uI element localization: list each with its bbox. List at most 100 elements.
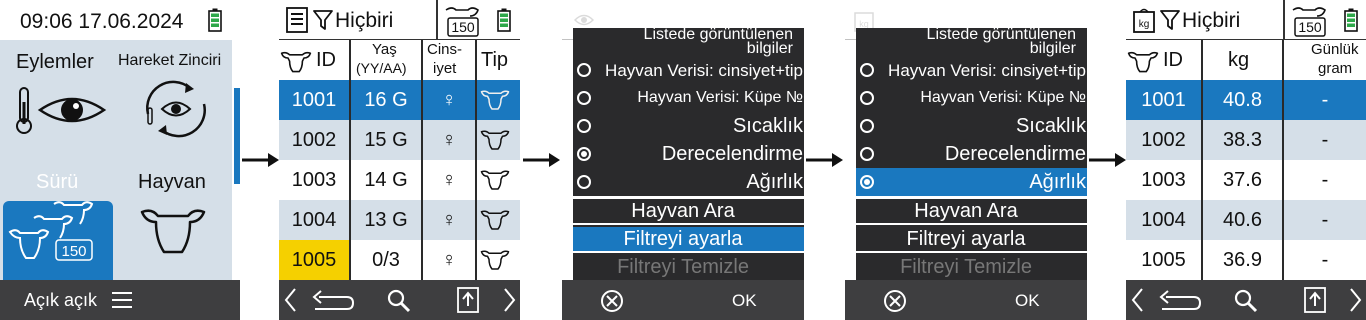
- chevron-left-icon[interactable]: [283, 287, 297, 313]
- cell-daily: -: [1321, 208, 1329, 231]
- back-icon[interactable]: [1158, 289, 1202, 313]
- cell-id: 1005: [279, 240, 349, 280]
- menu-action-label: Filtreyi Temizle: [617, 256, 749, 278]
- radio-button[interactable]: [860, 119, 874, 133]
- radio-button[interactable]: [860, 147, 874, 161]
- cell-age: 0/3: [372, 248, 400, 271]
- sort-up-icon[interactable]: [456, 286, 480, 314]
- ok-button[interactable]: OK: [732, 291, 757, 311]
- options-menu: Listede görüntülenen bilgiler Hayvan Ver…: [573, 26, 804, 280]
- chain-cycle-icon[interactable]: [140, 80, 212, 138]
- menu-action[interactable]: Hayvan Ara: [856, 199, 1087, 223]
- search-icon[interactable]: [386, 288, 412, 314]
- table-row[interactable]: 1004 40.6 -: [1126, 200, 1366, 240]
- chevron-right-icon[interactable]: [503, 287, 517, 313]
- radio-button[interactable]: [860, 91, 874, 105]
- cell-id: 1001: [1141, 88, 1186, 111]
- herd-icon[interactable]: 150: [8, 198, 108, 264]
- radio-button[interactable]: [577, 175, 591, 189]
- tile-animal-label[interactable]: Hayvan: [138, 171, 206, 194]
- cell-id: 1001: [291, 88, 337, 111]
- cell-sex: ♀: [441, 168, 457, 191]
- tile-herd-label[interactable]: Sürü: [36, 171, 78, 194]
- list-header: Hiçbiri 150: [279, 0, 520, 40]
- cell-kg: 37.6: [1223, 168, 1262, 191]
- col-kg[interactable]: kg: [1228, 49, 1249, 72]
- menu-option[interactable]: Hayvan Verisi: Küpe №: [856, 84, 1087, 112]
- filter-icon[interactable]: [1160, 9, 1180, 31]
- scale-icon[interactable]: kg: [1132, 6, 1156, 34]
- menu-option[interactable]: Sıcaklık: [856, 112, 1087, 140]
- table-row[interactable]: 1003 37.6 -: [1126, 160, 1366, 200]
- menu-option[interactable]: Derecelendirme: [573, 140, 804, 168]
- count-text: 150: [1298, 19, 1322, 35]
- menu-option[interactable]: Hayvan Verisi: Küpe №: [573, 84, 804, 112]
- tile-actions-label[interactable]: Eylemler: [16, 51, 94, 74]
- cell-kg: 40.6: [1223, 208, 1262, 231]
- menu-option[interactable]: Derecelendirme: [856, 140, 1087, 168]
- table-row[interactable]: 1001 16 G ♀: [279, 80, 520, 120]
- col-id[interactable]: ID: [1163, 49, 1183, 72]
- radio-button[interactable]: [577, 119, 591, 133]
- col-sex[interactable]: Cins-: [427, 41, 462, 58]
- scroll-thumb[interactable]: [514, 80, 520, 92]
- scrollbar[interactable]: [232, 40, 240, 280]
- menu-option[interactable]: Hayvan Verisi: cinsiyet+tip: [856, 56, 1087, 84]
- table-row[interactable]: 1005 0/3 ♀: [279, 240, 520, 280]
- filter-label[interactable]: Hiçbiri: [1182, 9, 1240, 33]
- table-row[interactable]: 1002 38.3 -: [1126, 120, 1366, 160]
- chevron-left-icon[interactable]: [1130, 287, 1144, 313]
- col-id[interactable]: ID: [316, 49, 336, 72]
- close-icon[interactable]: [883, 289, 907, 313]
- cow-icon: [480, 88, 510, 112]
- table-row[interactable]: 1005 36.9 -: [1126, 240, 1366, 280]
- radio-button[interactable]: [860, 175, 874, 189]
- cell-type: [477, 240, 513, 280]
- menu-option[interactable]: Hayvan Verisi: cinsiyet+tip: [573, 56, 804, 84]
- ok-button[interactable]: OK: [1015, 291, 1040, 311]
- count-text: 150: [451, 19, 475, 35]
- table-row[interactable]: 1001 40.8 -: [1126, 80, 1366, 120]
- footer-bar: [279, 280, 520, 320]
- menu-icon[interactable]: [112, 291, 132, 309]
- thermometer-eye-icon[interactable]: [10, 84, 110, 136]
- filter-label[interactable]: Hiçbiri: [335, 9, 393, 33]
- menu-action[interactable]: Filtreyi ayarla: [573, 227, 804, 251]
- search-icon[interactable]: [1233, 288, 1259, 314]
- menu-option[interactable]: Sıcaklık: [573, 112, 804, 140]
- table-row[interactable]: 1002 15 G ♀: [279, 120, 520, 160]
- table-row[interactable]: 1004 13 G ♀: [279, 200, 520, 240]
- cell-type: [477, 200, 513, 240]
- menu-action[interactable]: Filtreyi ayarla: [856, 227, 1087, 251]
- list-view-icon[interactable]: [285, 6, 309, 34]
- sort-up-icon[interactable]: [1303, 286, 1327, 314]
- footer-label[interactable]: Açık açık: [24, 290, 97, 311]
- cell-sex: ♀: [441, 88, 457, 111]
- menu-option-label: Sıcaklık: [1015, 115, 1086, 137]
- radio-button[interactable]: [577, 147, 591, 161]
- cow-head-icon[interactable]: [138, 206, 208, 258]
- menu-action[interactable]: Filtreyi Temizle: [856, 255, 1087, 279]
- table-row[interactable]: 1003 14 G ♀: [279, 160, 520, 200]
- menu-option[interactable]: Ağırlık: [573, 168, 804, 196]
- close-icon[interactable]: [600, 289, 624, 313]
- footer-bar: OK: [562, 280, 804, 320]
- menu-option[interactable]: Ağırlık: [856, 168, 1087, 196]
- back-icon[interactable]: [311, 289, 355, 313]
- radio-button[interactable]: [577, 63, 591, 77]
- table-header: ID kg Günlük gram: [1126, 40, 1366, 80]
- cow-icon: [480, 208, 510, 232]
- col-age[interactable]: Yaş: [372, 41, 397, 58]
- radio-button[interactable]: [860, 63, 874, 77]
- flow-arrow-icon: [1089, 153, 1126, 167]
- filter-icon[interactable]: [313, 9, 333, 31]
- chevron-right-icon[interactable]: [1349, 287, 1363, 313]
- herd-count: 150: [61, 243, 86, 260]
- col-daily[interactable]: Günlük: [1311, 41, 1359, 58]
- tile-chain-label[interactable]: Hareket Zinciri: [118, 52, 221, 70]
- list-options-screen-weight: kg Listede görüntülenen bilgiler Hayvan …: [845, 0, 1087, 320]
- radio-button[interactable]: [577, 91, 591, 105]
- menu-action[interactable]: Filtreyi Temizle: [573, 255, 804, 279]
- col-type[interactable]: Tip: [481, 49, 508, 72]
- menu-action[interactable]: Hayvan Ara: [573, 199, 804, 223]
